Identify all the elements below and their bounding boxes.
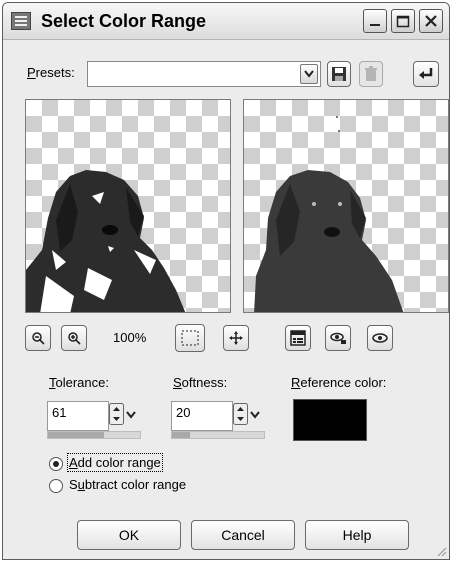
presets-dropdown[interactable] <box>87 61 321 87</box>
dog-result-image <box>254 116 404 312</box>
pan-move-icon <box>229 331 243 345</box>
reset-arrow-icon <box>419 68 433 79</box>
subtract-color-range-radio[interactable] <box>49 479 63 493</box>
eye-button[interactable] <box>367 325 393 351</box>
reference-color-label: Reference color: <box>291 375 387 390</box>
add-color-range-radio[interactable] <box>49 457 63 471</box>
title-bar[interactable]: Select Color Range <box>3 3 449 40</box>
minimize-icon <box>370 24 380 26</box>
subtract-color-range-label[interactable]: Subtract color range <box>69 477 186 492</box>
app-icon <box>11 12 31 30</box>
save-icon <box>332 67 346 81</box>
zoom-out-icon <box>32 332 45 345</box>
close-icon <box>425 15 437 27</box>
spin-chevron-icon <box>109 403 136 425</box>
resize-grip-icon[interactable] <box>435 545 447 557</box>
softness-label: Softness: <box>173 375 228 390</box>
zoom-in-icon <box>68 332 81 345</box>
tolerance-spinner[interactable] <box>109 401 139 427</box>
slider-fill <box>48 432 105 438</box>
ok-button[interactable]: OK <box>77 520 181 550</box>
tolerance-label: Tolerance: <box>49 375 109 390</box>
add-to-selection-eye-button[interactable] <box>325 325 351 351</box>
tolerance-value: 61 <box>52 405 67 420</box>
cancel-button[interactable]: Cancel <box>191 520 295 550</box>
maximize-icon <box>396 15 410 28</box>
window-title: Select Color Range <box>41 11 207 31</box>
pan-button[interactable] <box>223 325 249 351</box>
dialog-window: Select Color Range Presets: 100% Toleran… <box>2 2 450 560</box>
proof-button[interactable] <box>285 325 311 351</box>
presets-label: Presets: <box>27 65 75 80</box>
softness-slider[interactable] <box>171 431 265 439</box>
close-button[interactable] <box>419 9 443 33</box>
tolerance-slider[interactable] <box>47 431 141 439</box>
softness-value: 20 <box>176 405 191 420</box>
reference-color-swatch[interactable] <box>293 399 367 441</box>
add-color-range-label[interactable]: Add color range <box>67 453 163 472</box>
minimize-button[interactable] <box>363 9 387 33</box>
reset-button[interactable] <box>413 61 439 87</box>
original-preview[interactable] <box>25 99 231 313</box>
help-button[interactable]: Help <box>305 520 409 550</box>
proof-panel-icon <box>290 330 306 346</box>
eye-add-icon <box>330 332 346 344</box>
result-preview[interactable] <box>243 99 449 313</box>
zoom-in-button[interactable] <box>61 325 87 351</box>
chevron-down-icon[interactable] <box>300 64 318 84</box>
dog-original-image <box>26 170 186 312</box>
selection-marquee-icon <box>181 330 199 346</box>
zoom-out-button[interactable] <box>25 325 51 351</box>
save-preset-button[interactable] <box>327 61 351 87</box>
slider-fill <box>172 432 191 438</box>
maximize-button[interactable] <box>391 9 415 33</box>
trash-icon <box>365 66 377 81</box>
spin-chevron-icon <box>233 403 260 425</box>
softness-input[interactable]: 20 <box>171 401 233 431</box>
delete-preset-button[interactable] <box>359 61 383 87</box>
selection-marquee-button[interactable] <box>175 324 205 352</box>
softness-spinner[interactable] <box>233 401 263 427</box>
eye-icon <box>372 333 388 343</box>
tolerance-input[interactable]: 61 <box>47 401 109 431</box>
zoom-level: 100% <box>113 330 147 345</box>
